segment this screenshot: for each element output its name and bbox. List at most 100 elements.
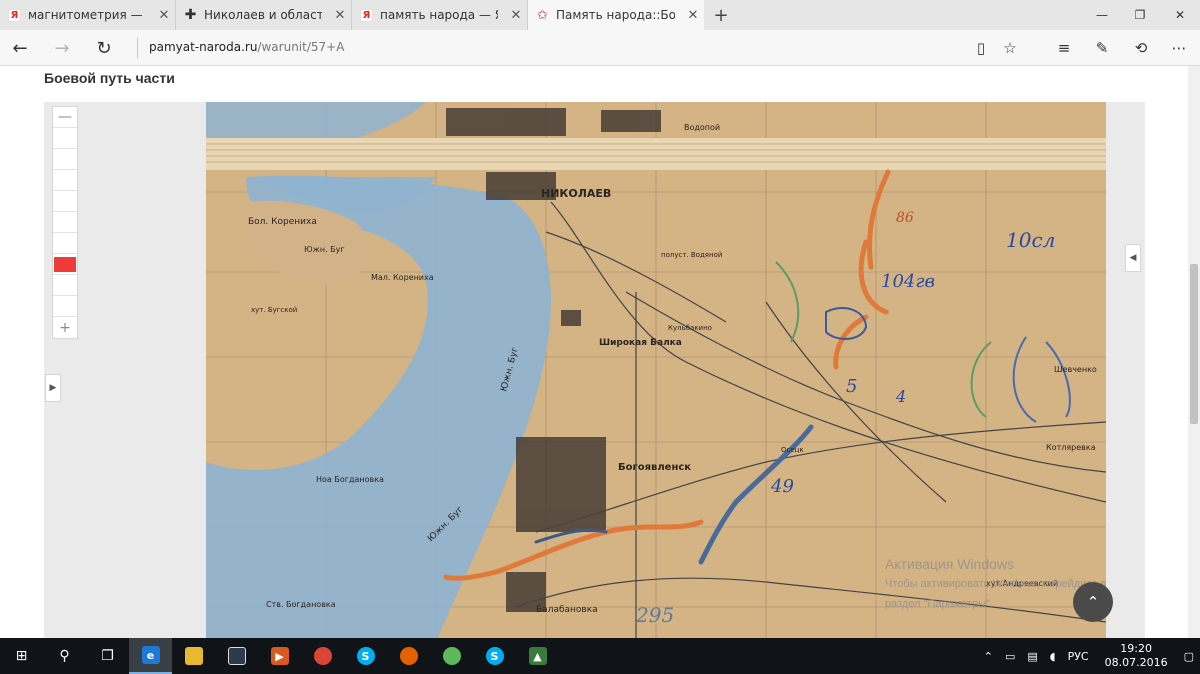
annotation-49: 49 (770, 476, 794, 497)
more-icon[interactable]: ⋯ (1162, 30, 1196, 66)
zoom-level-step[interactable] (53, 149, 77, 170)
divider (137, 38, 138, 58)
map-viewer[interactable]: 10сл 86 104гв 5 49 295 4 НИКОЛАЕВ Бол. К… (44, 102, 1145, 638)
zoom-level-step[interactable] (53, 275, 77, 296)
label-balabanovka: Балабановка (536, 605, 598, 615)
page-title: Боевой путь части (44, 70, 175, 86)
label-khut-bugskoy: хут. Бугской (251, 306, 297, 314)
zoom-level-step[interactable] (53, 128, 77, 149)
tab-1[interactable]: Я магнитометрия — Яндекс: ✕ (0, 0, 176, 30)
yandex-icon: Я (360, 8, 373, 22)
zoom-marker (54, 256, 76, 272)
web-page: Боевой путь части 10сл 86 104гв 5 49 295… (0, 66, 1188, 638)
media-player-icon[interactable]: ▶ (258, 638, 301, 674)
clock-time: 19:20 (1120, 642, 1152, 655)
close-icon[interactable]: ✕ (682, 8, 704, 23)
tab-2[interactable]: ✚ Николаев и область. | Стра ✕ (176, 0, 352, 30)
address-field[interactable]: pamyat-naroda.ru/warunit/57+A (149, 40, 344, 54)
label-shirokaya-balka: Широкая Балка (599, 338, 682, 348)
label-mal-korenikha: Мал. Корениха (371, 273, 434, 282)
star-icon: ✩ (537, 7, 548, 23)
zoom-level-current[interactable] (53, 254, 77, 275)
windows-start-icon[interactable]: ⊞ (0, 638, 43, 674)
close-window-icon[interactable]: ✕ (1160, 0, 1200, 30)
close-icon[interactable]: ✕ (505, 8, 527, 23)
chevron-up-icon[interactable]: ⌃ (978, 650, 999, 663)
task-view-icon[interactable]: ❐ (86, 638, 129, 674)
label-kulbakino: Кульбакино (668, 324, 712, 332)
label-kotlyarevka: Котляревка (1046, 443, 1096, 452)
system-tray: ⌃ ▭ ▤ ◖ РУС 19:20 08.07.2016 ▢ (978, 638, 1200, 674)
annotation-104gv: 104гв (881, 271, 935, 292)
annotation-4: 4 (895, 387, 906, 406)
skype-icon[interactable]: S (344, 638, 387, 674)
address-toolbar: ← → ↻ pamyat-naroda.ru/warunit/57+A ▯ ☆ … (0, 30, 1200, 66)
favorite-star-icon[interactable]: ☆ (993, 30, 1027, 66)
chevron-left-icon[interactable]: ◀ (1125, 244, 1141, 272)
label-noa-bogdanovka: Ноа Богдановка (316, 475, 384, 484)
zoom-level-step[interactable] (53, 233, 77, 254)
chrome-icon[interactable] (301, 638, 344, 674)
historical-map[interactable]: 10сл 86 104гв 5 49 295 4 НИКОЛАЕВ Бол. К… (206, 102, 1106, 638)
label-bol-korenikha: Бол. Корениха (248, 217, 317, 227)
label-vodopoy: Водопой (684, 123, 720, 132)
tab-title: Николаев и область. | Стра (204, 8, 322, 22)
search-icon[interactable]: ⚲ (43, 638, 86, 674)
scroll-to-top-button[interactable]: ⌃ (1073, 582, 1113, 622)
label-khut-andreevsky: хут.Андреевский (986, 579, 1058, 588)
annotation-5: 5 (846, 376, 857, 397)
zoom-in-button[interactable]: + (53, 317, 77, 338)
clock[interactable]: 19:20 08.07.2016 (1095, 642, 1178, 670)
annotation-10sl: 10сл (1006, 228, 1055, 252)
close-icon[interactable]: ✕ (153, 8, 175, 23)
forward-button[interactable]: → (44, 30, 80, 66)
tab-bar: Я магнитометрия — Яндекс: ✕ ✚ Николаев и… (0, 0, 1200, 30)
zoom-out-button[interactable]: — (53, 107, 77, 128)
file-explorer-icon[interactable] (172, 638, 215, 674)
label-yuzhn-bug: Южн. Буг (304, 245, 345, 254)
label-stv-bogdanovka: Ств. Богдановка (266, 600, 336, 609)
chevron-right-icon[interactable]: ▶ (45, 374, 61, 402)
annotation-295: 295 (635, 603, 674, 627)
hub-icon[interactable]: ≡ (1047, 30, 1081, 66)
app-icon[interactable]: ▲ (516, 638, 559, 674)
tab-title: память народа — Яндекс: н (380, 8, 498, 22)
windows-taskbar: ⊞ ⚲ ❐ e ▶ S S ▲ ⌃ ▭ ▤ ◖ РУС 19:20 08.07.… (0, 638, 1200, 674)
language-indicator[interactable]: РУС (1062, 650, 1095, 663)
chat-icon[interactable]: ▭ (999, 650, 1021, 663)
page-scrollbar[interactable] (1188, 66, 1200, 638)
web-note-icon[interactable]: ✎ (1085, 30, 1119, 66)
scrollbar-thumb[interactable] (1190, 264, 1198, 424)
zoom-level-step[interactable] (53, 296, 77, 317)
tab-title: магнитометрия — Яндекс: (28, 8, 146, 22)
share-icon[interactable]: ⟲ (1124, 30, 1158, 66)
tab-3[interactable]: Я память народа — Яндекс: н ✕ (352, 0, 528, 30)
zoom-level-step[interactable] (53, 170, 77, 191)
browser-window: Я магнитометрия — Яндекс: ✕ ✚ Николаев и… (0, 0, 1200, 674)
label-shevchenko: Шевченко (1054, 365, 1097, 374)
label-bogoyavlensk: Богоявленск (618, 462, 691, 473)
network-icon[interactable]: ▤ (1021, 650, 1043, 663)
zoom-level-step[interactable] (53, 191, 77, 212)
label-nikolaev: НИКОЛАЕВ (541, 187, 611, 200)
url-host: pamyat-naroda.ru (149, 40, 258, 54)
edge-icon[interactable]: e (129, 638, 172, 674)
back-button[interactable]: ← (2, 30, 38, 66)
label-poluost-vodyanoy: полуст. Водяной (661, 251, 722, 259)
refresh-button[interactable]: ↻ (86, 30, 122, 66)
color-app-icon[interactable] (430, 638, 473, 674)
clock-date: 08.07.2016 (1104, 656, 1168, 669)
restore-icon[interactable]: ❐ (1120, 0, 1160, 30)
firefox-icon[interactable] (387, 638, 430, 674)
notifications-icon[interactable]: ▢ (1178, 650, 1200, 663)
tab-4-active[interactable]: ✩ Память народа::Боевой ✕ (528, 0, 704, 30)
zoom-level-step[interactable] (53, 212, 77, 233)
skype-icon[interactable]: S (473, 638, 516, 674)
close-icon[interactable]: ✕ (329, 8, 351, 23)
minimize-icon[interactable]: — (1082, 0, 1122, 30)
volume-icon[interactable]: ◖ (1044, 650, 1062, 663)
store-icon[interactable] (215, 638, 258, 674)
new-tab-button[interactable]: + (704, 0, 738, 30)
tab-title: Память народа::Боевой (556, 8, 675, 22)
label-osetsk: Осецк (781, 446, 804, 454)
